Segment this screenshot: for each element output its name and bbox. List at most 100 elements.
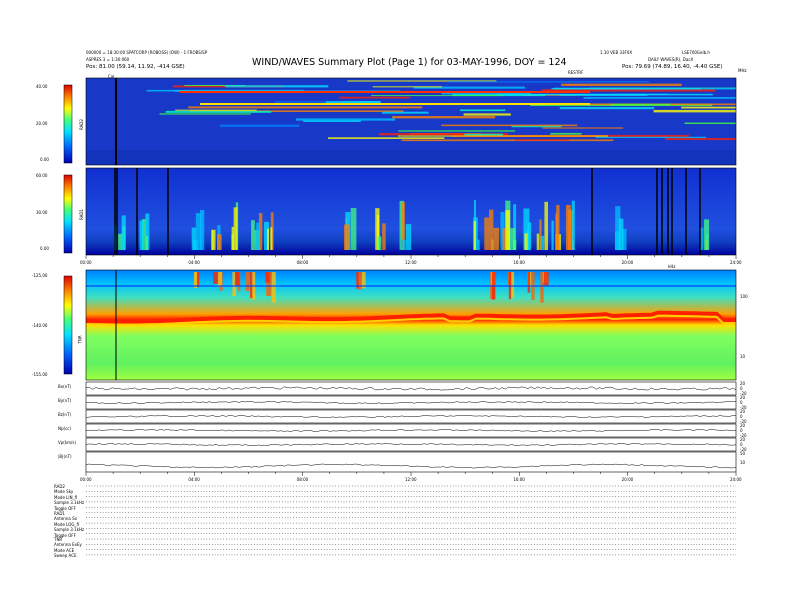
rad1-burst [484,217,490,250]
rad1-burst [489,209,494,250]
rad2-emission-streak [542,127,624,129]
rad1-burst [211,229,216,250]
rad2-low-band [86,150,736,165]
rad1-tick-top: 60.00 [36,173,48,178]
rad1-axis-label: RAD1 [78,209,84,220]
rad2-emission-streak [446,81,650,83]
rad2-emission-streak [463,113,511,116]
rad1-burst [266,228,269,250]
rad2-emission-streak [497,93,713,96]
line-panel-label: By(nT) [58,398,72,403]
rad1-burst [270,227,273,250]
rad2-emission-streak [398,130,516,132]
footer-row-value: OFF [68,532,76,538]
footer-row-key: Mode [54,489,67,494]
tnr-burst [543,272,549,286]
rad2-emission-streak [188,106,423,109]
line-panel-trace [85,443,737,446]
rad1-burst [121,215,126,250]
tnr-tick-mid: -140.00 [32,323,48,328]
rad1-burst [493,227,500,250]
rad1-burst [505,210,511,250]
footer-row: Mode LOG_fl [54,522,79,527]
rad1-burst [199,209,205,250]
footer-row: Mode ACE [54,548,74,553]
rad1-burst [145,236,149,250]
rad1-burst [551,220,554,250]
time-tick-bottom-label: 20:00 [621,477,634,482]
footer-row: Sample 3.1kHz [54,527,84,532]
line-panel-trace [85,386,737,391]
tnr-axis-label: TNR [77,335,83,344]
rad2-emission-streak [225,85,329,88]
rad2-tick-bottom: 0.00 [40,157,49,162]
rad1-tick-bottom: 0.00 [40,246,49,251]
rad1-burst [118,233,123,250]
rad2-emission-band [200,103,590,105]
time-tick-label: 08:00 [296,260,309,265]
rad1-burst [539,219,542,250]
time-tick-bottom-label: 16:00 [513,477,525,482]
time-tick-bottom-label: 04:00 [188,477,200,482]
footer-row: Antenna ExEy [54,542,82,547]
footer-row: Sample 3.1kHz [54,500,84,505]
rad1-burst [512,239,517,250]
tnr-right-tick-top: 100 [740,294,748,299]
rad1-burst [344,224,350,250]
rad2-emission-streak [175,109,257,111]
rad2-emission-streak [681,106,736,109]
tnr-burst [265,272,270,283]
footer-row-key: Toggle [54,505,69,511]
rad1-burst [400,239,406,250]
tnr-burst [245,272,250,292]
tnr-burst [511,272,515,298]
line-panel-label: Np(cc) [58,426,72,431]
time-tick-bottom-label: 08:00 [296,477,309,482]
rad2-emission-streak [684,122,736,125]
rad2-emission-streak [514,139,569,141]
tnr-tick-bottom: -155.00 [32,372,48,377]
rad1-burst [618,218,624,250]
rad2-emission-streak [550,132,582,135]
rad1-colorbar [63,174,73,254]
tnr-colorbar [63,275,73,375]
footer-row-key: Mode [54,521,67,527]
line-panel-label: Bx(nT) [58,384,72,389]
rad2-emission-streak [392,116,496,119]
rad2-emission-streak [372,86,442,88]
footer-row-key: Sweep [54,553,69,558]
footer-row-key: Sample [54,527,71,532]
footer-row: Antenna Sx [54,516,77,521]
time-tick-bottom-label: 24:00 [730,477,742,482]
footer-row-value: 3.1kHz [70,527,85,532]
footer-row-value: Sky [66,489,74,494]
rad2-emission-streak [401,139,614,142]
rad2-emission-streak [397,135,609,137]
rad2-emission-streak [441,124,578,127]
rad1-burst [536,233,540,250]
tnr-burst [271,272,276,303]
rad2-emission-streak [460,109,506,112]
time-tick-label: 20:00 [621,260,634,265]
footer-row-value: Sx [72,516,77,521]
rad2-emission-streak [382,111,429,114]
summary-plot [63,77,737,556]
rad1-burst [191,227,197,250]
footer-row-value: ACE [66,547,75,553]
rad1-burst [544,201,549,250]
rad2-emission-streak [325,101,381,104]
footer-row-key: Antenna [54,542,73,547]
rad2-emission-streak [296,118,396,121]
rad2-emission-streak [327,137,445,139]
footer-row: Mode LIN_fl [54,495,77,500]
tnr-tick-top: -125.00 [32,273,48,278]
time-tick-label: 04:00 [188,260,200,265]
rad1-burst [233,207,238,250]
footer-row-value: LOG_fl [66,521,80,527]
footer-row-value: ExEy [72,542,82,547]
rad2-emission-streak [559,107,655,110]
footer-row-value: LIN_fl [66,494,78,500]
line-panel-trace [85,415,737,418]
tnr-burst [527,272,531,293]
rad2-axis-label: RAD2 [78,119,84,130]
